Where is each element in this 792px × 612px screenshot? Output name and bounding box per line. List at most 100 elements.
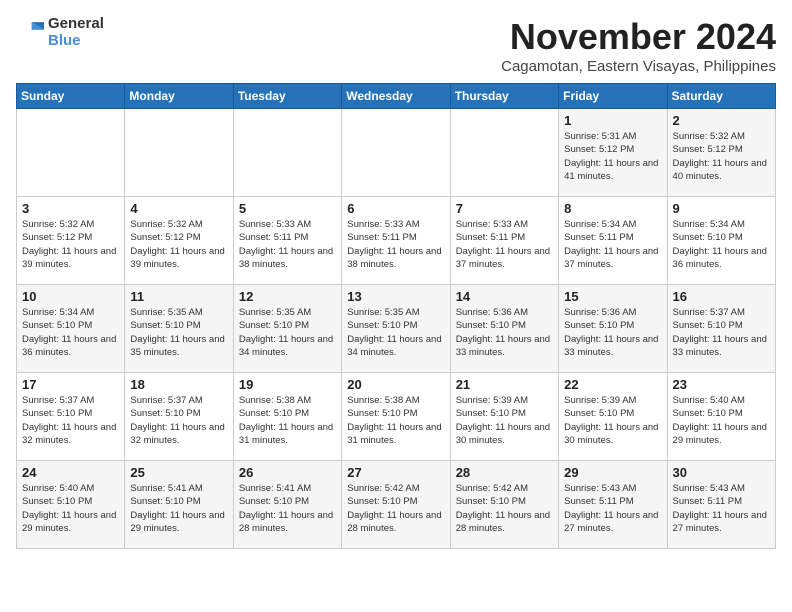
- day-cell: 15 Sunrise: 5:36 AM Sunset: 5:10 PM Dayli…: [559, 285, 667, 373]
- day-cell: 9Sunrise: 5:34 AM Sunset: 5:10 PM Daylig…: [667, 197, 775, 285]
- title-block: November 2024 Cagamotan, Eastern Visayas…: [501, 16, 776, 75]
- day-number: 5: [239, 201, 336, 216]
- day-info: Sunrise: 5:38 AM Sunset: 5:10 PM Dayligh…: [239, 394, 336, 447]
- day-cell: 6 Sunrise: 5:33 AM Sunset: 5:11 PM Daylig…: [342, 197, 450, 285]
- day-info: Sunrise: 5:32 AM Sunset: 5:12 PM Dayligh…: [130, 218, 227, 271]
- day-info: Sunrise: 5:31 AM Sunset: 5:12 PM Dayligh…: [564, 130, 661, 183]
- header-thursday: Thursday: [450, 84, 558, 109]
- week-row-2: 3 Sunrise: 5:32 AM Sunset: 5:12 PM Daylig…: [17, 197, 776, 285]
- location: Cagamotan, Eastern Visayas, Philippines: [501, 58, 776, 75]
- day-number: 8: [564, 201, 661, 216]
- day-number: 26: [239, 465, 336, 480]
- day-number: 10: [22, 289, 119, 304]
- week-row-3: 10 Sunrise: 5:34 AM Sunset: 5:10 PM Dayli…: [17, 285, 776, 373]
- day-cell: 25Sunrise: 5:41 AM Sunset: 5:10 PM Dayli…: [125, 461, 233, 549]
- day-info: Sunrise: 5:35 AM Sunset: 5:10 PM Dayligh…: [239, 306, 336, 359]
- day-cell: 17 Sunrise: 5:37 AM Sunset: 5:10 PM Dayli…: [17, 373, 125, 461]
- day-info: Sunrise: 5:36 AM Sunset: 5:10 PM Dayligh…: [456, 306, 553, 359]
- day-info: Sunrise: 5:39 AM Sunset: 5:10 PM Dayligh…: [456, 394, 553, 447]
- page-header: General Blue November 2024 Cagamotan, Ea…: [16, 16, 776, 75]
- day-info: Sunrise: 5:43 AM Sunset: 5:11 PM Dayligh…: [564, 482, 661, 535]
- day-cell: 7 Sunrise: 5:33 AM Sunset: 5:11 PM Daylig…: [450, 197, 558, 285]
- day-cell: [17, 109, 125, 197]
- day-cell: [233, 109, 341, 197]
- day-cell: 16 Sunrise: 5:37 AM Sunset: 5:10 PM Dayli…: [667, 285, 775, 373]
- day-number: 1: [564, 113, 661, 128]
- week-row-5: 24 Sunrise: 5:40 AM Sunset: 5:10 PM Dayli…: [17, 461, 776, 549]
- day-cell: 8 Sunrise: 5:34 AM Sunset: 5:11 PM Daylig…: [559, 197, 667, 285]
- day-info: Sunrise: 5:43 AM Sunset: 5:11 PM Dayligh…: [673, 482, 770, 535]
- logo-blue: Blue: [48, 33, 104, 50]
- day-cell: 10 Sunrise: 5:34 AM Sunset: 5:10 PM Dayli…: [17, 285, 125, 373]
- day-cell: 1 Sunrise: 5:31 AM Sunset: 5:12 PM Daylig…: [559, 109, 667, 197]
- day-info: Sunrise: 5:35 AM Sunset: 5:10 PM Dayligh…: [130, 306, 227, 359]
- day-cell: 28Sunrise: 5:42 AM Sunset: 5:10 PM Dayli…: [450, 461, 558, 549]
- header-sunday: Sunday: [17, 84, 125, 109]
- day-info: Sunrise: 5:34 AM Sunset: 5:10 PM Dayligh…: [673, 218, 770, 271]
- day-cell: 29 Sunrise: 5:43 AM Sunset: 5:11 PM Dayli…: [559, 461, 667, 549]
- day-cell: 12 Sunrise: 5:35 AM Sunset: 5:10 PM Dayli…: [233, 285, 341, 373]
- day-info: Sunrise: 5:37 AM Sunset: 5:10 PM Dayligh…: [673, 306, 770, 359]
- day-number: 14: [456, 289, 553, 304]
- day-cell: 22 Sunrise: 5:39 AM Sunset: 5:10 PM Dayli…: [559, 373, 667, 461]
- day-info: Sunrise: 5:33 AM Sunset: 5:11 PM Dayligh…: [347, 218, 444, 271]
- day-cell: 20Sunrise: 5:38 AM Sunset: 5:10 PM Dayli…: [342, 373, 450, 461]
- day-info: Sunrise: 5:36 AM Sunset: 5:10 PM Dayligh…: [564, 306, 661, 359]
- day-info: Sunrise: 5:40 AM Sunset: 5:10 PM Dayligh…: [673, 394, 770, 447]
- day-number: 12: [239, 289, 336, 304]
- calendar-header: SundayMondayTuesdayWednesdayThursdayFrid…: [17, 84, 776, 109]
- day-info: Sunrise: 5:34 AM Sunset: 5:10 PM Dayligh…: [22, 306, 119, 359]
- day-cell: 19Sunrise: 5:38 AM Sunset: 5:10 PM Dayli…: [233, 373, 341, 461]
- day-cell: [450, 109, 558, 197]
- day-cell: 30 Sunrise: 5:43 AM Sunset: 5:11 PM Dayli…: [667, 461, 775, 549]
- day-info: Sunrise: 5:32 AM Sunset: 5:12 PM Dayligh…: [673, 130, 770, 183]
- day-info: Sunrise: 5:39 AM Sunset: 5:10 PM Dayligh…: [564, 394, 661, 447]
- day-cell: 14 Sunrise: 5:36 AM Sunset: 5:10 PM Dayli…: [450, 285, 558, 373]
- logo-icon: [16, 19, 44, 47]
- day-number: 7: [456, 201, 553, 216]
- day-number: 15: [564, 289, 661, 304]
- day-number: 6: [347, 201, 444, 216]
- day-cell: 18Sunrise: 5:37 AM Sunset: 5:10 PM Dayli…: [125, 373, 233, 461]
- day-info: Sunrise: 5:37 AM Sunset: 5:10 PM Dayligh…: [22, 394, 119, 447]
- day-number: 29: [564, 465, 661, 480]
- calendar-table: SundayMondayTuesdayWednesdayThursdayFrid…: [16, 83, 776, 549]
- day-cell: 24 Sunrise: 5:40 AM Sunset: 5:10 PM Dayli…: [17, 461, 125, 549]
- logo-general: General: [48, 16, 104, 33]
- day-info: Sunrise: 5:33 AM Sunset: 5:11 PM Dayligh…: [239, 218, 336, 271]
- header-wednesday: Wednesday: [342, 84, 450, 109]
- day-info: Sunrise: 5:34 AM Sunset: 5:11 PM Dayligh…: [564, 218, 661, 271]
- day-number: 2: [673, 113, 770, 128]
- day-number: 20: [347, 377, 444, 392]
- day-cell: 2 Sunrise: 5:32 AM Sunset: 5:12 PM Daylig…: [667, 109, 775, 197]
- calendar-body: 1 Sunrise: 5:31 AM Sunset: 5:12 PM Daylig…: [17, 109, 776, 549]
- day-cell: 27Sunrise: 5:42 AM Sunset: 5:10 PM Dayli…: [342, 461, 450, 549]
- week-row-4: 17 Sunrise: 5:37 AM Sunset: 5:10 PM Dayli…: [17, 373, 776, 461]
- day-number: 11: [130, 289, 227, 304]
- day-info: Sunrise: 5:42 AM Sunset: 5:10 PM Dayligh…: [347, 482, 444, 535]
- day-cell: 21 Sunrise: 5:39 AM Sunset: 5:10 PM Dayli…: [450, 373, 558, 461]
- day-cell: [125, 109, 233, 197]
- day-number: 17: [22, 377, 119, 392]
- day-cell: 26 Sunrise: 5:41 AM Sunset: 5:10 PM Dayli…: [233, 461, 341, 549]
- header-friday: Friday: [559, 84, 667, 109]
- month-title: November 2024: [501, 16, 776, 58]
- day-number: 3: [22, 201, 119, 216]
- day-cell: 11 Sunrise: 5:35 AM Sunset: 5:10 PM Dayli…: [125, 285, 233, 373]
- day-cell: 5 Sunrise: 5:33 AM Sunset: 5:11 PM Daylig…: [233, 197, 341, 285]
- day-info: Sunrise: 5:32 AM Sunset: 5:12 PM Dayligh…: [22, 218, 119, 271]
- week-row-1: 1 Sunrise: 5:31 AM Sunset: 5:12 PM Daylig…: [17, 109, 776, 197]
- day-number: 16: [673, 289, 770, 304]
- day-number: 24: [22, 465, 119, 480]
- header-saturday: Saturday: [667, 84, 775, 109]
- day-number: 30: [673, 465, 770, 480]
- day-info: Sunrise: 5:35 AM Sunset: 5:10 PM Dayligh…: [347, 306, 444, 359]
- day-info: Sunrise: 5:33 AM Sunset: 5:11 PM Dayligh…: [456, 218, 553, 271]
- day-number: 21: [456, 377, 553, 392]
- day-info: Sunrise: 5:40 AM Sunset: 5:10 PM Dayligh…: [22, 482, 119, 535]
- day-number: 25: [130, 465, 227, 480]
- day-number: 28: [456, 465, 553, 480]
- day-info: Sunrise: 5:41 AM Sunset: 5:10 PM Dayligh…: [239, 482, 336, 535]
- day-info: Sunrise: 5:37 AM Sunset: 5:10 PM Dayligh…: [130, 394, 227, 447]
- day-number: 22: [564, 377, 661, 392]
